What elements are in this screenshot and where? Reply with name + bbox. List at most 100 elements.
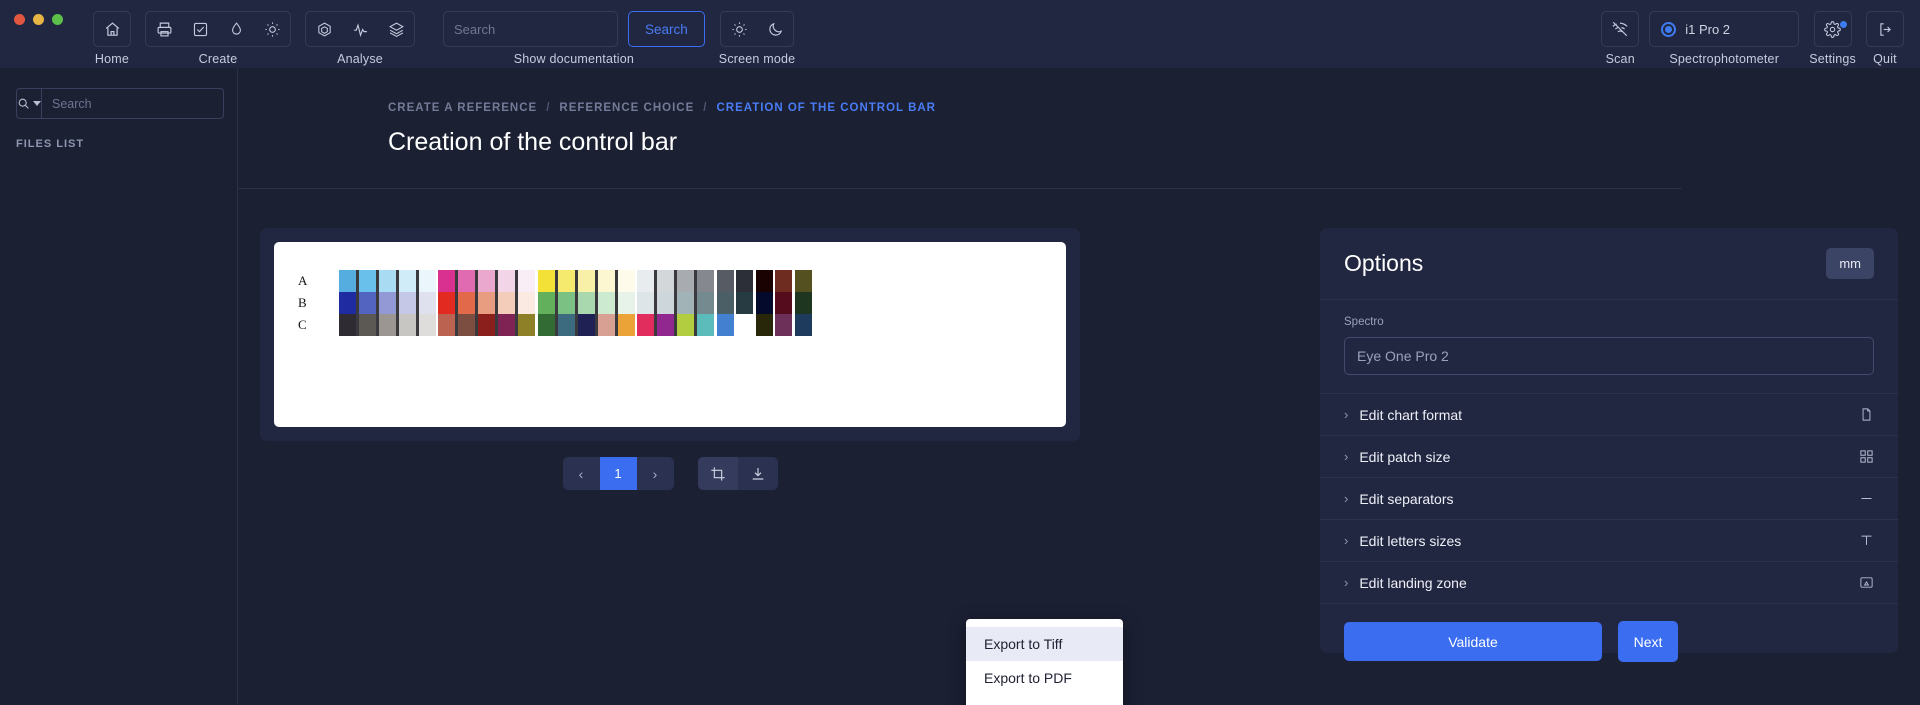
chart-patch-column <box>657 270 674 336</box>
search-icon[interactable] <box>16 88 42 119</box>
sun-icon[interactable] <box>254 12 290 46</box>
window-traffic-lights <box>0 0 63 25</box>
chart-patch <box>716 314 734 336</box>
download-icon[interactable] <box>737 457 778 490</box>
next-button[interactable]: Next <box>1618 621 1678 662</box>
breadcrumb-item[interactable]: REFERENCE CHOICE <box>559 102 694 114</box>
minimize-window-button[interactable] <box>33 14 44 25</box>
gear-icon[interactable] <box>1815 12 1851 46</box>
toolbar-group-home: Home <box>93 0 131 66</box>
option-row-edit-landing-zone[interactable]: › Edit landing zone <box>1320 562 1898 604</box>
option-row-edit-letters-sizes[interactable]: › Edit letters sizes <box>1320 520 1898 562</box>
chart-patch <box>697 314 714 336</box>
main-content: A B C ‹ 1 › Export to TiffExport to PDFE… <box>238 189 1920 705</box>
chart-patch <box>597 292 615 314</box>
chart-patch <box>716 270 734 292</box>
chart-patch <box>557 270 575 292</box>
pagination-prev-button[interactable]: ‹ <box>562 457 600 490</box>
unit-badge[interactable]: mm <box>1826 248 1874 279</box>
breadcrumb-separator: / <box>703 102 708 114</box>
chart-patch-column <box>716 270 734 336</box>
pagination: ‹ 1 › <box>562 457 674 490</box>
chart-patch <box>438 292 455 314</box>
text-icon <box>1859 533 1874 548</box>
chevron-right-icon: › <box>1344 449 1349 464</box>
option-row-edit-separators[interactable]: › Edit separators <box>1320 478 1898 520</box>
chart-patch <box>378 270 396 292</box>
chart-patch <box>398 314 416 336</box>
toolbar-group-label: Home <box>94 52 130 66</box>
chart-row-label: B <box>298 295 307 310</box>
chart-patch <box>617 314 635 336</box>
radio-selected-icon <box>1661 21 1677 37</box>
pagination-next-button[interactable]: › <box>636 457 674 490</box>
printer-icon[interactable] <box>146 12 182 46</box>
chart-patch <box>657 292 674 314</box>
spectro-input[interactable] <box>1344 337 1874 375</box>
logout-icon[interactable] <box>1867 12 1903 46</box>
chart-patch <box>398 270 416 292</box>
spectrophotometer-selector[interactable]: i1 Pro 2 <box>1649 11 1800 47</box>
cube-icon[interactable] <box>306 12 342 46</box>
pagination-page-1[interactable]: 1 <box>599 457 637 490</box>
documentation-search-group: Search Show documentation <box>443 0 705 66</box>
chart-patch <box>398 292 416 314</box>
chart-patch <box>478 292 495 314</box>
chart-patch <box>458 270 475 292</box>
layers-icon[interactable] <box>378 12 414 46</box>
chart-patch-column <box>537 270 555 336</box>
chart-patch-column <box>498 270 515 336</box>
pulse-icon[interactable] <box>342 12 378 46</box>
wifi-off-icon[interactable] <box>1602 12 1638 46</box>
breadcrumb-item[interactable]: CREATE A REFERENCE <box>388 102 537 114</box>
option-row-edit-patch-size[interactable]: › Edit patch size <box>1320 436 1898 478</box>
grid-icon <box>1859 449 1874 464</box>
toolbar-group-screen-mode: Screen mode <box>719 0 796 66</box>
moon-icon[interactable] <box>757 12 793 46</box>
breadcrumb-item-active[interactable]: CREATION OF THE CONTROL BAR <box>716 102 936 114</box>
chart-patch-column <box>338 270 356 336</box>
checklist-icon[interactable] <box>182 12 218 46</box>
options-title: Options <box>1344 250 1424 276</box>
sidebar-search-group <box>16 88 224 119</box>
droplet-icon[interactable] <box>218 12 254 46</box>
chart-patch-column <box>617 270 635 336</box>
sidebar-search-input[interactable] <box>42 88 224 119</box>
chart-patch <box>577 270 595 292</box>
chart-patch <box>637 314 654 336</box>
chart-patch-column <box>557 270 575 336</box>
chart-patch <box>794 292 812 314</box>
export-menu-item[interactable]: Export to Barbieri <box>966 695 1123 705</box>
chevron-right-icon: › <box>1344 407 1349 422</box>
export-menu-item[interactable]: Export to PDF <box>966 661 1123 695</box>
files-list-label: FILES LIST <box>16 138 85 150</box>
top-toolbar: Home Create Analyse Search Search Show d… <box>0 0 1920 68</box>
chart-patch <box>378 314 396 336</box>
chart-patch <box>557 292 575 314</box>
maximize-window-button[interactable] <box>52 14 63 25</box>
chart-patch <box>677 270 694 292</box>
documentation-search-button[interactable]: Search <box>628 11 705 47</box>
spectrophotometer-value: i1 Pro 2 <box>1685 21 1731 37</box>
chart-patch-column <box>418 270 436 336</box>
chart-row-label: A <box>298 273 308 288</box>
sun-icon[interactable] <box>721 12 757 46</box>
chart-patch <box>418 314 436 336</box>
chart-preview-card: A B C <box>260 228 1080 441</box>
option-label: Edit patch size <box>1359 448 1451 465</box>
chart-patch <box>755 314 773 336</box>
documentation-caption: Show documentation <box>513 52 635 66</box>
option-row-edit-chart-format[interactable]: › Edit chart format <box>1320 394 1898 436</box>
export-menu-item[interactable]: Export to Tiff <box>966 627 1123 661</box>
chart-patch <box>617 292 635 314</box>
validate-button[interactable]: Validate <box>1344 622 1602 661</box>
close-window-button[interactable] <box>14 14 25 25</box>
chevron-down-icon <box>33 101 41 106</box>
chevron-right-icon: › <box>1344 575 1349 590</box>
option-label: Edit letters sizes <box>1359 532 1462 549</box>
documentation-search-input[interactable] <box>443 11 618 47</box>
home-icon[interactable] <box>94 12 130 46</box>
crop-icon[interactable] <box>697 457 738 490</box>
chart-patch <box>478 314 495 336</box>
chart-patch <box>537 292 555 314</box>
